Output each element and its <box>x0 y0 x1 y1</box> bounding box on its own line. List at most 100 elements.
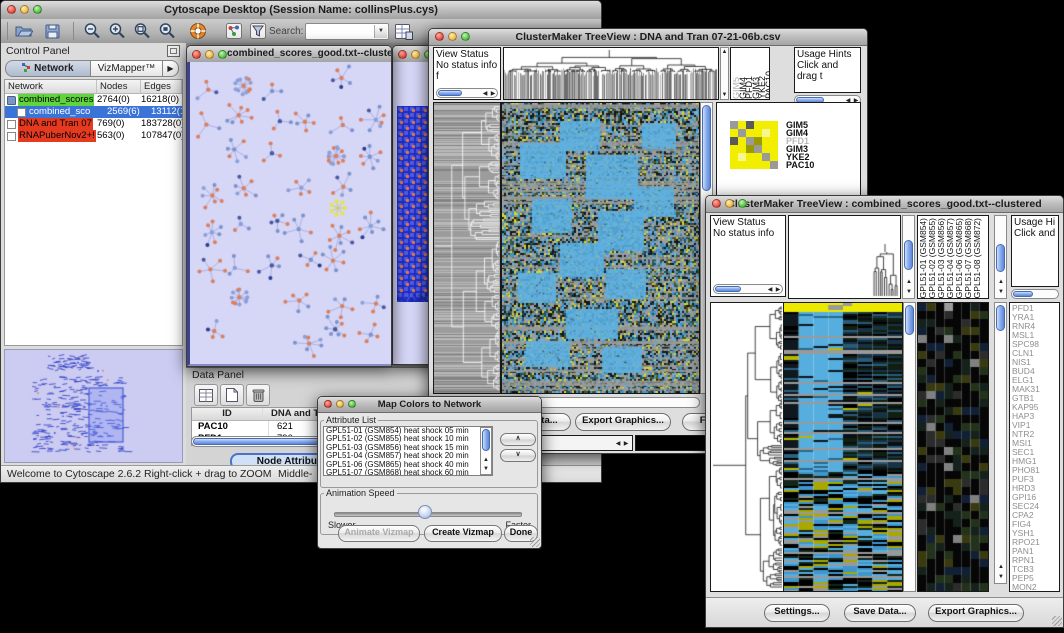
network-view-window-1: combined_scores_good.txt--cluste... <box>186 45 392 367</box>
attribute-select-icon[interactable] <box>194 384 218 406</box>
zoom-selected-icon[interactable] <box>156 21 178 41</box>
zoom-matrix-cell <box>762 137 770 145</box>
close-button[interactable] <box>324 400 332 408</box>
slider-thumb[interactable] <box>418 505 432 519</box>
view-status-scrollbar[interactable]: ◀▶ <box>436 88 498 98</box>
tv1-coltree-scrollbar[interactable]: ▲▼ <box>720 47 729 100</box>
zoom-matrix-cell <box>738 129 746 137</box>
network1-canvas-area[interactable] <box>187 62 391 366</box>
network-table-row[interactable]: combined_scores 2764(0) 16218(0) <box>5 94 182 106</box>
zoom-matrix-cell <box>746 145 754 153</box>
close-button[interactable] <box>435 32 444 41</box>
delete-attribute-trash-icon[interactable] <box>246 384 270 406</box>
animate-vizmap-button[interactable]: Animate Vizmap <box>338 525 420 542</box>
tab-network[interactable]: Network <box>5 60 91 77</box>
zoom-matrix-cell <box>762 129 770 137</box>
zoom-window-button[interactable] <box>218 50 227 59</box>
tv2-usage-hints-scrollbar[interactable] <box>1011 289 1059 299</box>
zoom-matrix-cell <box>746 121 754 129</box>
minimize-button[interactable] <box>20 5 29 14</box>
birdseye-view[interactable] <box>4 349 183 463</box>
attribute-list-label: Attribute List <box>324 415 378 425</box>
zoom-window-button[interactable] <box>348 400 356 408</box>
close-button[interactable] <box>192 50 201 59</box>
zoom-matrix-cell <box>762 153 770 161</box>
create-vizmap-button[interactable]: Create Vizmap <box>424 525 502 542</box>
zoom-matrix-cell <box>770 137 778 145</box>
settings-button[interactable]: Settings... <box>764 604 830 622</box>
tv2-heatmap[interactable] <box>783 302 903 592</box>
usage-hints-title: Usage Hi <box>1012 216 1058 228</box>
minimize-button[interactable] <box>725 199 734 208</box>
move-down-button[interactable]: ∨ <box>500 449 536 462</box>
network-table-row[interactable]: DNA and Tran 07 769(0) 183728(0) <box>5 118 182 130</box>
tv2-gene-list[interactable]: PFD1YRA1RNR4MSL1SPC98CLN1NIS1BUD4ELG1MAK… <box>1009 302 1060 592</box>
tv1-column-dendrogram[interactable] <box>503 47 719 100</box>
attribute-item[interactable]: GPL51-07 (GSM868) heat shock 60 min <box>324 469 492 476</box>
zoom-fit-icon[interactable] <box>131 21 153 41</box>
close-button[interactable] <box>712 199 721 208</box>
tv1-heatmap[interactable] <box>501 102 700 394</box>
close-button[interactable] <box>398 50 407 59</box>
vizmap-nodes-icon[interactable] <box>223 21 245 41</box>
resize-grip[interactable] <box>1052 616 1062 626</box>
tv2-heatmap-vscrollbar[interactable] <box>903 302 916 592</box>
save-session-button[interactable] <box>41 21 63 41</box>
new-attribute-icon[interactable] <box>220 384 244 406</box>
minimize-button[interactable] <box>205 50 214 59</box>
view-status-scrollbar[interactable]: ◀▶ <box>713 284 783 294</box>
zoom-matrix-cell <box>770 121 778 129</box>
attribute-list-scrollbar[interactable]: ▲▼ <box>480 427 492 475</box>
usage-hints-title: Usage Hints <box>795 48 860 60</box>
zoom-matrix-cell <box>738 137 746 145</box>
zoom-window-button[interactable] <box>738 199 747 208</box>
search-input[interactable]: ▼ <box>305 23 389 40</box>
export-graphics-button[interactable]: Export Graphics... <box>575 413 671 431</box>
tab-vizmapper[interactable]: VizMapper™ <box>91 60 163 77</box>
zoom-matrix-cell <box>754 161 762 169</box>
tabs-more-arrow[interactable]: ▶ <box>163 60 179 77</box>
zoom-matrix-cell <box>738 161 746 169</box>
zoom-matrix-cell <box>770 145 778 153</box>
close-button[interactable] <box>7 5 16 14</box>
tv1-column-labels-panel: GIM5GIM4PFD1GIM3YKE2PAC10 <box>730 47 770 100</box>
zoom-matrix-cell <box>762 145 770 153</box>
tv2-usage-hints-panel: Usage Hi Click and <box>1011 215 1059 287</box>
filter-funnel-icon[interactable] <box>247 21 269 41</box>
tv2-column-dendrogram[interactable] <box>788 215 901 299</box>
network-table-row[interactable]: combined_sco 2569(6) 13112(15) <box>5 106 182 118</box>
zoom-window-button[interactable] <box>461 32 470 41</box>
zoom-matrix-cell <box>730 145 738 153</box>
save-data-button[interactable]: Save Data... <box>844 604 916 622</box>
minimize-button[interactable] <box>336 400 344 408</box>
help-lifesaver-icon[interactable] <box>187 21 209 41</box>
tv2-labels-scrollbar[interactable]: ▲▼ <box>994 215 1007 299</box>
tv1-row-dendrogram[interactable] <box>433 102 501 394</box>
network-table-header[interactable]: Network Nodes Edges <box>5 80 182 94</box>
export-graphics-button[interactable]: Export Graphics... <box>928 604 1024 622</box>
tv1-zoom-heatmap[interactable] <box>730 121 778 169</box>
minimize-button[interactable] <box>411 50 420 59</box>
open-file-button[interactable] <box>13 21 35 41</box>
float-panel-icon[interactable] <box>167 45 180 57</box>
search-dropdown-arrow[interactable]: ▼ <box>374 25 387 38</box>
network-name: combined_scores <box>18 94 94 106</box>
tv2-zoom-heatmap[interactable] <box>917 302 989 592</box>
zoom-window-button[interactable] <box>33 5 42 14</box>
tv2-genelist-scrollbar[interactable]: ▲▼ <box>994 302 1007 584</box>
network-table-row[interactable]: RNAPuberNov2+! 563(0) 107847(0) <box>5 130 182 142</box>
zoom-out-icon[interactable] <box>81 21 103 41</box>
edge-count: 13112(15) <box>151 106 182 118</box>
attribute-list[interactable]: GPL51-01 (GSM854) heat shock 05 minGPL51… <box>323 426 493 476</box>
tv2-row-dendrogram[interactable] <box>710 302 784 592</box>
tv2-coltree-scrollbar[interactable]: ▲▼ <box>902 215 915 299</box>
minimize-button[interactable] <box>448 32 457 41</box>
search-label: Search: <box>269 26 303 37</box>
control-panel-title: Control Panel <box>6 45 70 57</box>
move-up-button[interactable]: ∧ <box>500 433 536 446</box>
node-count: 563(0) <box>97 130 141 142</box>
table-import-icon[interactable] <box>393 21 415 41</box>
zoom-in-icon[interactable] <box>106 21 128 41</box>
view-status-text: No status info <box>711 228 785 239</box>
resize-grip[interactable] <box>530 537 540 547</box>
